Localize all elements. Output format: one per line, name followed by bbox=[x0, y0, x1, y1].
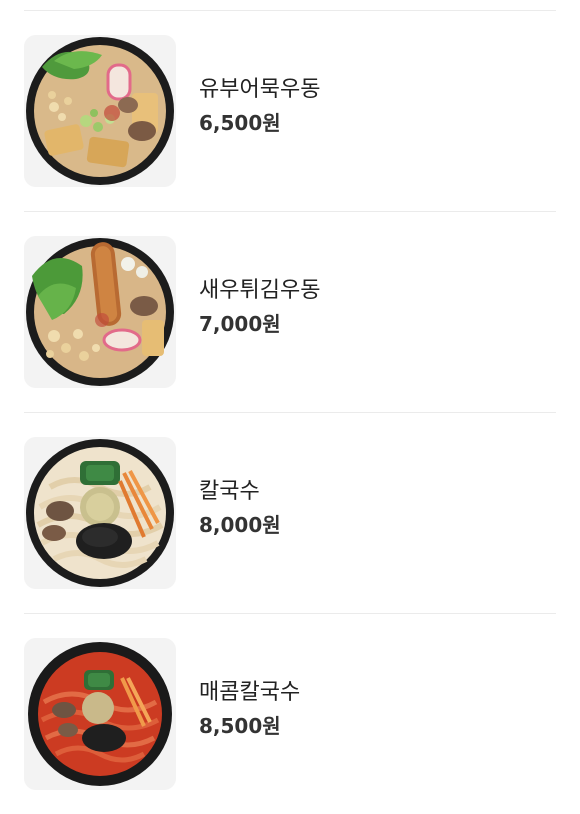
spicy-noodle-bowl-icon bbox=[24, 638, 176, 790]
menu-item-info: 매콤칼국수 8,500원 bbox=[199, 678, 300, 740]
menu-item-info: 유부어묵우동 6,500원 bbox=[199, 75, 320, 137]
menu-item-photo bbox=[24, 236, 176, 388]
udon-bowl-icon bbox=[24, 35, 176, 187]
menu-item-yubu-eomuk-udon[interactable]: 유부어묵우동 6,500원 bbox=[24, 11, 556, 211]
udon-bowl-icon bbox=[24, 236, 176, 388]
menu-item-name: 새우튀김우동 bbox=[199, 278, 321, 303]
menu-item-saeu-twigim-udon[interactable]: 새우튀김우동 7,000원 bbox=[24, 212, 556, 412]
menu-item-info: 새우튀김우동 7,000원 bbox=[199, 276, 320, 338]
menu-item-price: 7,000원 bbox=[199, 312, 281, 336]
menu-item-photo bbox=[24, 638, 176, 790]
menu-item-photo bbox=[24, 35, 176, 187]
menu-item-price: 6,500원 bbox=[199, 111, 281, 135]
menu-item-maekom-kalguksu[interactable]: 매콤칼국수 8,500원 bbox=[24, 614, 556, 814]
menu-item-kalguksu[interactable]: 칼국수 8,000원 bbox=[24, 413, 556, 613]
menu-list: 유부어묵우동 6,500원 새우튀김우동 7,000원 칼국수 8,000원 매… bbox=[24, 10, 556, 814]
menu-item-name: 매콤칼국수 bbox=[199, 680, 301, 705]
menu-item-name: 칼국수 bbox=[199, 479, 260, 504]
menu-item-info: 칼국수 8,000원 bbox=[199, 477, 281, 539]
noodle-bowl-icon bbox=[24, 437, 176, 589]
menu-item-price: 8,500원 bbox=[199, 714, 281, 738]
menu-item-photo bbox=[24, 437, 176, 589]
menu-item-name: 유부어묵우동 bbox=[199, 77, 321, 102]
menu-item-price: 8,000원 bbox=[199, 513, 281, 537]
